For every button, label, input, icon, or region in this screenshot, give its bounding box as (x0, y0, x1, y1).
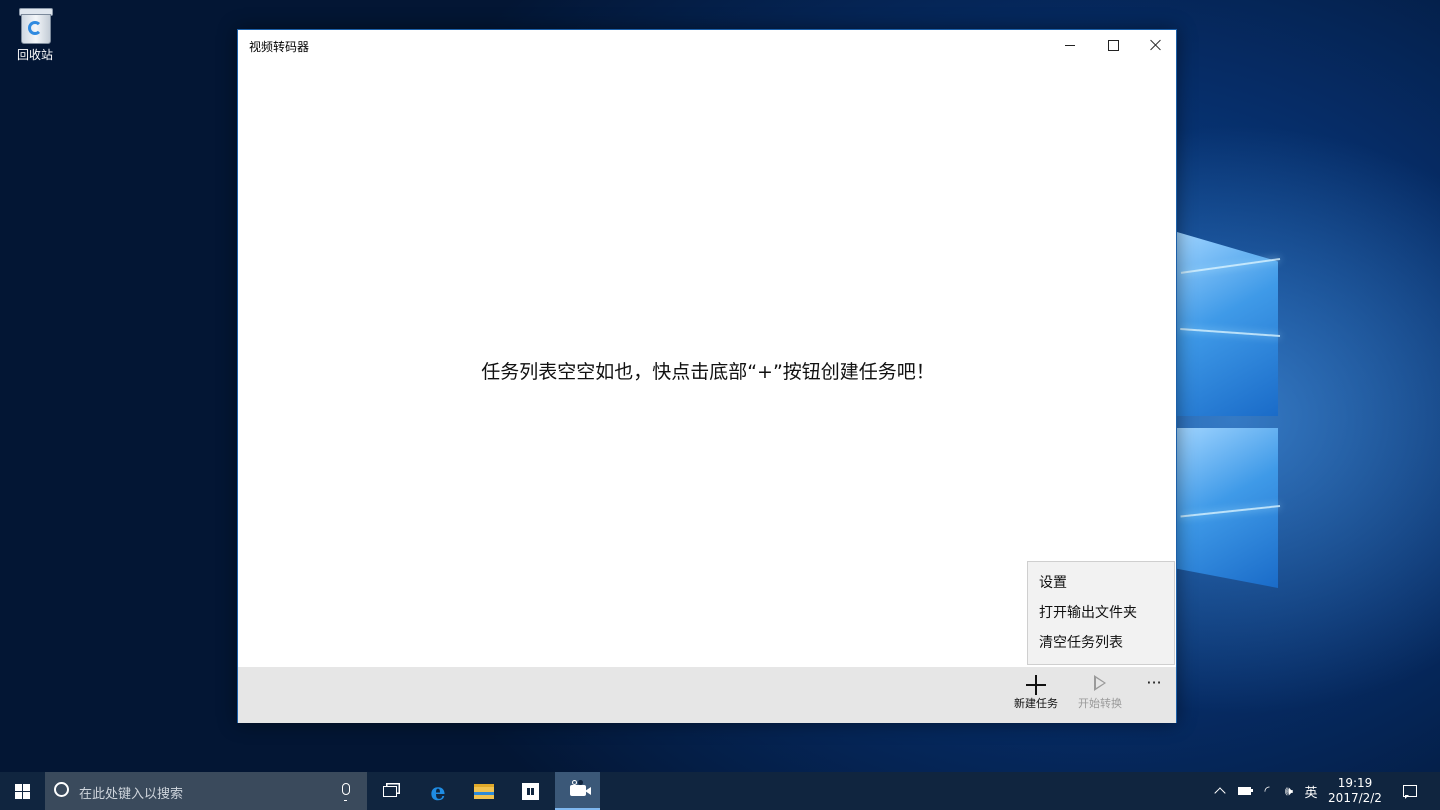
network-button[interactable]: ◜ (1257, 772, 1277, 810)
speaker-icon: 🕪 (1284, 783, 1294, 799)
show-hidden-icons-button[interactable] (1210, 772, 1230, 810)
new-task-label: 新建任务 (1014, 697, 1058, 710)
play-icon (1094, 675, 1106, 691)
empty-task-list-message: 任务列表空空如也，快点击底部“+”按钮创建任务吧！ (481, 361, 935, 383)
notification-icon (1403, 785, 1417, 799)
window-title: 视频转码器 (249, 40, 310, 54)
menu-item-clear-task-list[interactable]: 清空任务列表 (1028, 628, 1174, 658)
recycle-bin-icon (18, 6, 53, 44)
minimize-button[interactable] (1047, 30, 1093, 60)
title-bar[interactable]: 视频转码器 (238, 30, 1176, 60)
battery-button[interactable] (1234, 772, 1254, 810)
new-task-button[interactable]: 新建任务 (1004, 667, 1068, 723)
battery-icon (1237, 787, 1253, 795)
microphone-icon[interactable] (342, 783, 350, 801)
maximize-icon (1107, 39, 1119, 51)
wifi-icon: ◜ (1264, 783, 1270, 799)
store-icon (521, 782, 539, 800)
app-window: 视频转码器 任务列表空空如也，快点击底部“+”按钮创建任务吧！ 设置 打开输出文… (237, 29, 1177, 723)
video-converter-taskbar-button[interactable] (555, 772, 600, 810)
task-view-button[interactable] (370, 772, 410, 810)
chevron-up-icon (1214, 787, 1226, 799)
maximize-button[interactable] (1090, 30, 1136, 60)
input-method-indicator[interactable]: 英 (1301, 772, 1321, 810)
start-button[interactable] (0, 772, 45, 810)
clock[interactable]: 19:19 2017/2/2 (1323, 772, 1387, 810)
clock-time: 19:19 (1337, 776, 1373, 790)
start-conversion-button[interactable]: 开始转换 (1068, 667, 1132, 723)
edge-browser-button[interactable]: e (418, 772, 458, 810)
search-placeholder: 在此处键入以搜索 (79, 787, 184, 802)
minimize-icon (1065, 44, 1075, 46)
plus-icon (1026, 675, 1046, 695)
recycle-bin-shortcut[interactable]: 回收站 (8, 6, 62, 63)
command-bar: 新建任务 开始转换 ··· (238, 667, 1176, 723)
video-camera-icon (569, 779, 591, 796)
menu-item-settings[interactable]: 设置 (1028, 568, 1174, 598)
menu-item-open-output-folder[interactable]: 打开输出文件夹 (1028, 598, 1174, 628)
volume-button[interactable]: 🕪 (1279, 772, 1299, 810)
taskbar: 在此处键入以搜索 e ◜ 🕪 英 19:19 2017/2/2 (0, 772, 1440, 810)
search-box[interactable]: 在此处键入以搜索 (45, 772, 367, 810)
close-button[interactable] (1133, 30, 1179, 60)
ime-label: 英 (1304, 785, 1318, 801)
clock-date: 2017/2/2 (1328, 791, 1382, 805)
file-explorer-button[interactable] (464, 772, 504, 810)
folder-icon (474, 783, 494, 799)
more-options-button[interactable]: ··· (1132, 667, 1176, 723)
edge-icon: e (430, 776, 446, 806)
windows-start-icon (15, 783, 30, 799)
store-button[interactable] (510, 772, 550, 810)
close-icon (1150, 39, 1162, 51)
recycle-bin-label: 回收站 (16, 48, 53, 62)
overflow-menu: 设置 打开输出文件夹 清空任务列表 (1027, 561, 1175, 665)
task-view-icon (383, 785, 397, 797)
start-conversion-label: 开始转换 (1078, 697, 1122, 710)
more-icon: ··· (1146, 673, 1162, 692)
cortana-icon (54, 782, 69, 797)
action-center-button[interactable] (1394, 772, 1426, 810)
